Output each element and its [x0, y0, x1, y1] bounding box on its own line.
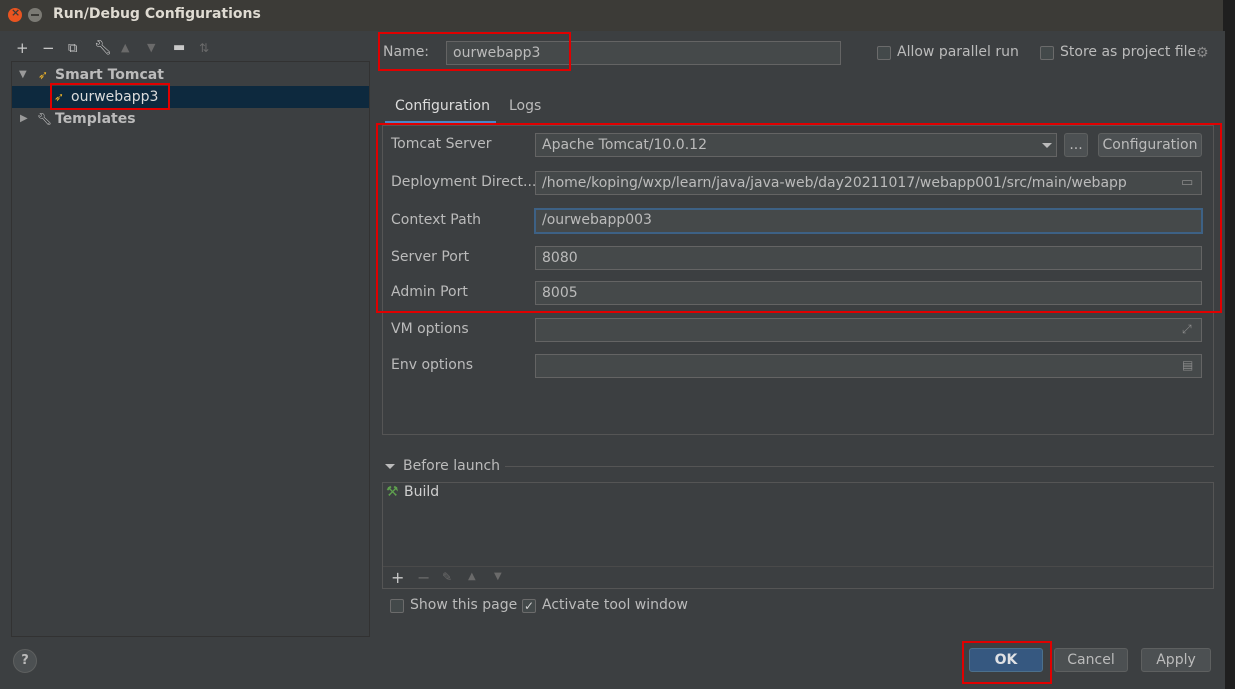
document-icon[interactable]: ▤: [1182, 358, 1193, 372]
ok-button[interactable]: OK: [969, 648, 1043, 672]
move-down-icon[interactable]: ▼: [147, 40, 155, 56]
store-as-project-checkbox[interactable]: [1040, 46, 1054, 60]
show-page-checkbox[interactable]: [390, 599, 404, 613]
add-icon[interactable]: +: [16, 40, 29, 56]
window-title: Run/Debug Configurations: [53, 6, 261, 22]
copy-icon[interactable]: ⧉: [68, 41, 77, 57]
apply-button[interactable]: Apply: [1141, 648, 1211, 672]
tomcat-server-value: Apache Tomcat/10.0.12: [542, 137, 707, 153]
show-page-label: Show this page: [410, 597, 518, 613]
vm-options-label: VM options: [391, 321, 469, 337]
collapse-arrow-icon[interactable]: ▶: [20, 108, 28, 130]
allow-parallel-label: Allow parallel run: [897, 44, 1019, 60]
tab-configuration[interactable]: Configuration: [395, 98, 490, 114]
help-button[interactable]: ?: [13, 649, 37, 673]
separator: [505, 466, 1214, 467]
minimize-window-button[interactable]: [28, 8, 42, 22]
env-options-input[interactable]: [535, 354, 1202, 378]
remove-icon[interactable]: −: [417, 568, 430, 587]
cancel-button[interactable]: Cancel: [1054, 648, 1128, 672]
add-icon[interactable]: +: [391, 568, 404, 587]
edit-icon[interactable]: ✎: [442, 570, 452, 584]
tree-group-smart-tomcat[interactable]: ▼ ➶ Smart Tomcat: [12, 64, 369, 86]
tomcat-configuration-button[interactable]: Configuration: [1098, 133, 1202, 157]
collapse-before-launch-icon[interactable]: [385, 464, 395, 469]
title-bar: × Run/Debug Configurations: [0, 0, 1235, 31]
expand-arrow-icon[interactable]: ▼: [19, 64, 27, 86]
gear-icon[interactable]: ⚙: [1196, 45, 1209, 61]
tree-item-ourwebapp3[interactable]: ➶ ourwebapp3: [12, 86, 369, 108]
minimize-icon: [31, 14, 39, 16]
activate-tool-checkbox[interactable]: ✓: [522, 599, 536, 613]
folder-icon[interactable]: ▬: [173, 40, 185, 56]
deployment-directory-input[interactable]: /home/koping/wxp/learn/java/java-web/day…: [535, 171, 1202, 195]
more-button[interactable]: ...: [1064, 133, 1088, 157]
admin-port-label: Admin Port: [391, 284, 468, 300]
tree-group-templates[interactable]: ▶ 🔧︎ Templates: [12, 108, 369, 130]
deployment-directory-label: Deployment Direct...: [391, 174, 537, 190]
name-label: Name:: [383, 44, 430, 60]
move-down-icon[interactable]: ▼: [494, 571, 502, 582]
build-task-label: Build: [404, 484, 440, 500]
hammer-icon: ⚒: [386, 484, 399, 500]
tomcat-icon: ➶: [38, 68, 49, 82]
store-as-project-label: Store as project file: [1060, 44, 1197, 60]
before-launch-toolbar: + − ✎ ▲ ▼: [383, 566, 1213, 588]
before-launch-title: Before launch: [403, 458, 501, 474]
tree-templates-label: Templates: [55, 111, 136, 127]
configuration-tree[interactable]: ▼ ➶ Smart Tomcat ➶ ourwebapp3 ▶ 🔧︎ Templ…: [11, 61, 370, 637]
tree-item-label: ourwebapp3: [71, 89, 159, 105]
tomcat-server-label: Tomcat Server: [391, 136, 492, 152]
wrench-icon[interactable]: 🔧︎: [94, 40, 112, 56]
activate-tool-label: Activate tool window: [542, 597, 688, 613]
tomcat-icon: ➶: [54, 90, 65, 104]
chevron-down-icon[interactable]: [1042, 143, 1052, 148]
wrench-icon: 🔧︎: [37, 112, 53, 126]
env-options-label: Env options: [391, 357, 474, 373]
expand-icon[interactable]: ⤢: [1182, 322, 1192, 337]
server-port-input[interactable]: 8080: [535, 246, 1202, 270]
before-launch-list[interactable]: ⚒ Build + − ✎ ▲ ▼: [382, 482, 1214, 589]
move-up-icon[interactable]: ▲: [121, 40, 129, 56]
admin-port-input[interactable]: 8005: [535, 281, 1202, 305]
context-path-label: Context Path: [391, 212, 482, 228]
vm-options-input[interactable]: [535, 318, 1202, 342]
name-input[interactable]: ourwebapp3: [446, 41, 841, 65]
context-path-input[interactable]: /ourwebapp003: [534, 208, 1203, 234]
sort-icon[interactable]: ⇅: [199, 40, 209, 56]
folder-open-icon[interactable]: ▭: [1181, 175, 1193, 190]
remove-icon[interactable]: −: [42, 40, 55, 56]
list-item[interactable]: ⚒ Build: [383, 483, 1213, 505]
tomcat-server-select[interactable]: Apache Tomcat/10.0.12: [535, 133, 1057, 157]
server-port-label: Server Port: [391, 249, 470, 265]
tree-group-label: Smart Tomcat: [55, 67, 164, 83]
active-tab-indicator: [385, 121, 496, 124]
allow-parallel-checkbox[interactable]: [877, 46, 891, 60]
tab-logs[interactable]: Logs: [509, 98, 541, 114]
close-window-button[interactable]: ×: [8, 6, 22, 22]
close-icon: ×: [11, 6, 21, 19]
move-up-icon[interactable]: ▲: [468, 571, 476, 582]
